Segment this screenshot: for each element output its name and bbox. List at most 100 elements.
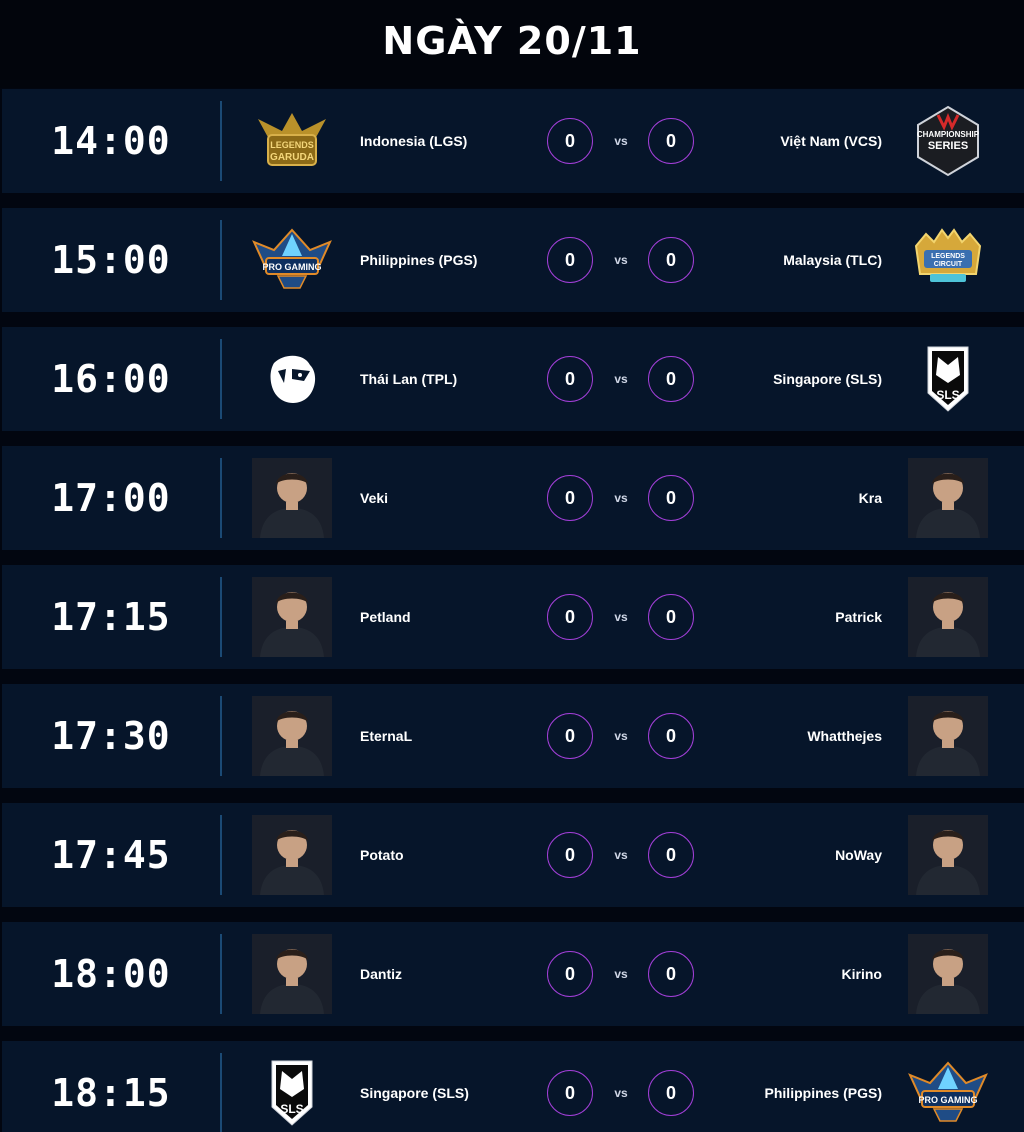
match-time: 17:00 [51,476,171,520]
divider [220,1053,222,1132]
svg-text:SLS: SLS [936,388,959,402]
match-time: 17:30 [51,714,171,758]
team-left-name: Singapore (SLS) [360,1085,469,1101]
vs-label: vs [614,610,628,624]
vs-label: vs [614,491,628,505]
score-right: 0 [648,1070,694,1116]
legends-circuit-logo-icon: LEGENDS CIRCUIT [908,220,988,300]
page-title: NGÀY 20/11 [382,19,642,63]
team-right-name: Philippines (PGS) [764,1085,882,1101]
team-right-name: Patrick [835,609,882,625]
vs-label: vs [614,253,628,267]
player-avatar-icon [252,934,332,1014]
svg-text:CHAMPIONSHIP: CHAMPIONSHIP [917,130,980,139]
score-left: 0 [547,713,593,759]
team-right-name: Kirino [841,966,882,982]
team-left-name: Thái Lan (TPL) [360,371,458,387]
score-right: 0 [648,475,694,521]
match-row[interactable]: 18:00 Dantiz 0 vs 0 Kirino [2,922,1024,1026]
team-right-name: Singapore (SLS) [773,371,882,387]
match-time: 14:00 [51,119,171,163]
page-header: NGÀY 20/11 [0,0,1024,88]
score-left: 0 [547,118,593,164]
team-left-name: Dantiz [360,966,402,982]
player-avatar-icon [908,577,988,657]
vs-label: vs [614,134,628,148]
player-avatar-icon [252,696,332,776]
match-row[interactable]: 17:45 Potato 0 vs 0 NoWay [2,803,1024,907]
sls-shield-logo-icon: SLS [908,339,988,419]
divider [220,458,222,538]
match-row[interactable]: 15:00 PRO GAMING Philippines (PGS) 0 vs 0 Mala… [2,208,1024,312]
player-avatar-icon [252,577,332,657]
divider [220,696,222,776]
vcs-championship-logo-icon: CHAMPIONSHIP SERIES [908,101,988,181]
team-left-name: Veki [360,490,389,506]
score-right: 0 [648,951,694,997]
score-left: 0 [547,237,593,283]
match-row[interactable]: 16:00 Thái Lan (TPL) 0 vs 0 Singapore (SLS) SL… [2,327,1024,431]
vs-label: vs [614,1086,628,1100]
divider [220,220,222,300]
team-right-name: Whatthejes [807,728,882,744]
svg-text:CIRCUIT: CIRCUIT [934,261,963,268]
divider [220,101,222,181]
vs-label: vs [614,967,628,981]
score-left: 0 [547,475,593,521]
team-left-name: Indonesia (LGS) [360,133,468,149]
player-avatar-icon [908,815,988,895]
divider [220,339,222,419]
score-right: 0 [648,594,694,640]
svg-text:PRO GAMING: PRO GAMING [918,1095,977,1105]
match-time: 17:45 [51,833,171,877]
match-time: 18:00 [51,952,171,996]
score-right: 0 [648,713,694,759]
player-avatar-icon [252,458,332,538]
svg-text:PRO GAMING: PRO GAMING [262,262,321,272]
match-row[interactable]: 17:15 Petland 0 vs 0 Patrick [2,565,1024,669]
match-row[interactable]: 14:00 LEGENDS GARUDA Indonesia (LGS) 0 vs 0 Việ… [2,89,1024,193]
divider [220,815,222,895]
match-row[interactable]: 18:15 SLS Singapore (SLS) 0 vs 0 Philippines (… [2,1041,1024,1132]
score-right: 0 [648,118,694,164]
svg-text:SLS: SLS [280,1102,303,1116]
team-right-name: NoWay [835,847,882,863]
score-left: 0 [547,356,593,402]
score-left: 0 [547,1070,593,1116]
player-avatar-icon [908,696,988,776]
player-avatar-icon [908,934,988,1014]
vs-label: vs [614,848,628,862]
garuda-logo-icon: LEGENDS GARUDA [252,101,332,181]
svg-text:GARUDA: GARUDA [270,152,314,163]
team-left-name: Petland [360,609,411,625]
player-avatar-icon [908,458,988,538]
team-left-name: EternaL [360,728,413,744]
team-left-name: Philippines (PGS) [360,252,478,268]
match-time: 18:15 [51,1071,171,1115]
vs-label: vs [614,372,628,386]
player-avatar-icon [252,815,332,895]
match-time: 17:15 [51,595,171,639]
match-row[interactable]: 17:30 EternaL 0 vs 0 Whatthejes [2,684,1024,788]
team-right-name: Việt Nam (VCS) [780,133,882,149]
score-left: 0 [547,951,593,997]
divider [220,577,222,657]
team-right-name: Malaysia (TLC) [783,252,882,268]
match-time: 16:00 [51,357,171,401]
pro-gaming-series-logo-icon: PRO GAMING [252,220,332,300]
sls-shield-logo-icon: SLS [252,1053,332,1132]
divider [220,934,222,1014]
match-time: 15:00 [51,238,171,282]
svg-text:LEGENDS: LEGENDS [270,140,314,150]
team-left-name: Potato [360,847,404,863]
lion-head-logo-icon [252,339,332,419]
score-left: 0 [547,594,593,640]
team-right-name: Kra [858,490,882,506]
pro-gaming-series-logo-icon: PRO GAMING [908,1053,988,1132]
match-row[interactable]: 17:00 Veki 0 vs 0 Kra [2,446,1024,550]
score-right: 0 [648,356,694,402]
score-right: 0 [648,237,694,283]
vs-label: vs [614,729,628,743]
score-right: 0 [648,832,694,878]
svg-text:LEGENDS: LEGENDS [931,253,965,260]
